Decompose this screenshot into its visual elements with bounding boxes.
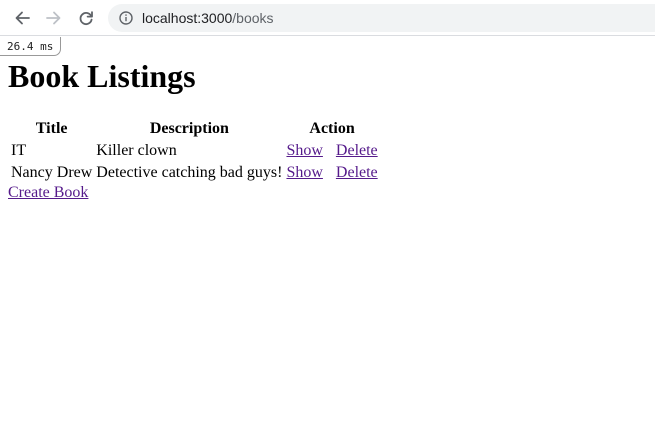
show-link[interactable]: Show <box>286 164 322 181</box>
book-description-cell: Killer clown <box>96 142 177 159</box>
create-book-link[interactable]: Create Book <box>8 184 88 202</box>
arrow-right-icon <box>46 11 61 25</box>
delete-link[interactable]: Delete <box>336 164 378 181</box>
url-text[interactable]: localhost:3000/books <box>142 10 274 26</box>
url-host: localhost:3000 <box>142 10 233 26</box>
show-cell: Show <box>285 163 323 183</box>
arrow-left-icon <box>15 11 30 25</box>
page-title: Book Listings <box>8 58 196 94</box>
table-header-row: Title Description Action <box>10 119 379 139</box>
forward-button[interactable] <box>42 7 66 29</box>
browser-toolbar: localhost:3000/books <box>0 0 655 36</box>
table-row: IT Killer clown Show Delete <box>10 141 379 161</box>
url-path: /books <box>232 10 274 26</box>
book-title-cell: Nancy Drew <box>11 164 93 181</box>
column-header-title: Title <box>35 120 68 137</box>
column-header-description: Description <box>149 120 229 137</box>
column-header-action: Action <box>309 120 355 137</box>
table-row: Nancy Drew Detective catching bad guys! … <box>10 163 379 183</box>
reload-button[interactable] <box>74 7 98 29</box>
reload-icon <box>79 11 93 26</box>
book-description-cell: Detective catching bad guys! <box>96 164 283 181</box>
show-cell: Show <box>285 141 323 161</box>
delete-link[interactable]: Delete <box>336 142 378 159</box>
delete-cell: Delete <box>326 163 379 183</box>
delete-cell: Delete <box>326 141 379 161</box>
info-circle-icon[interactable] <box>119 11 133 25</box>
render-time-badge: 26.4 ms <box>0 37 62 56</box>
show-link[interactable]: Show <box>286 142 322 159</box>
books-table: Title Description Action IT Killer clown… <box>8 117 381 185</box>
book-title-cell: IT <box>11 142 27 159</box>
back-button[interactable] <box>10 7 34 29</box>
address-bar[interactable]: localhost:3000/books <box>108 4 655 32</box>
